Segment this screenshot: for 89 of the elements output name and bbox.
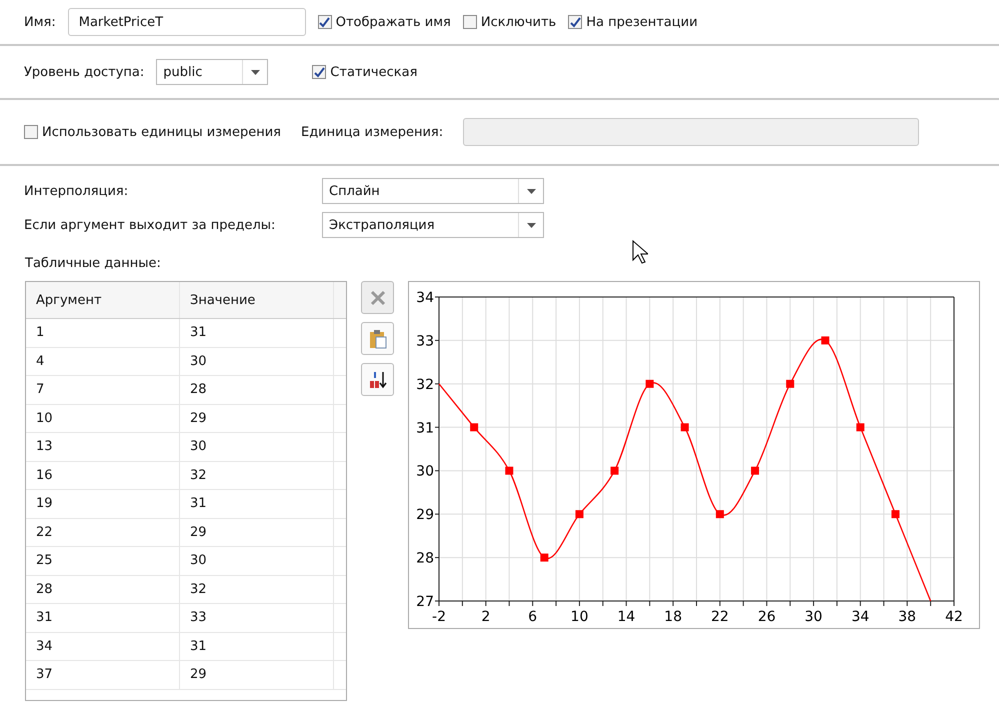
table-cell: 28 (26, 576, 180, 603)
data-point (891, 510, 900, 518)
data-point (540, 554, 548, 562)
checkbox[interactable]: Исключить (462, 14, 556, 30)
paste-button[interactable] (361, 322, 394, 355)
x-tick-label: 38 (898, 609, 916, 625)
data-point (716, 510, 724, 518)
y-tick-label: 30 (416, 464, 434, 480)
caret-icon (526, 222, 536, 228)
table-cell: 30 (180, 433, 334, 460)
table-cell: 32 (180, 576, 334, 603)
interpolation-dropdown[interactable]: Сплайн (322, 178, 544, 204)
mouse-cursor-icon (632, 240, 648, 264)
clipboard-icon (368, 328, 386, 348)
data-point (786, 380, 794, 388)
sort-button[interactable] (361, 363, 394, 396)
table-cell: 34 (26, 632, 180, 660)
data-point (646, 380, 654, 388)
table-cell: 29 (180, 404, 334, 432)
x-tick-label: 26 (758, 609, 776, 625)
table-cell: 32 (180, 462, 334, 489)
x-tick-label: 18 (664, 609, 682, 625)
y-tick-label: 31 (416, 420, 434, 436)
section-label: Табличные данные: (25, 256, 161, 271)
data-point (575, 510, 584, 518)
data-point (680, 423, 689, 432)
table-cell: 30 (180, 547, 334, 574)
table-cell: 19 (26, 490, 180, 518)
access-dropdown[interactable]: public (156, 59, 268, 85)
name-field[interactable]: MarketPriceT (68, 8, 306, 36)
table-cell: 4 (26, 348, 180, 375)
table-cell: 29 (180, 661, 334, 688)
x-tick-label: 2 (481, 609, 490, 625)
y-tick-label: 29 (416, 507, 434, 524)
column-header[interactable]: Значение (180, 282, 334, 318)
x-tick-label: -2 (432, 609, 446, 625)
checkbox[interactable]: На презентации (568, 14, 698, 30)
x-tick-label: 30 (804, 609, 822, 625)
x-tick-label: 14 (617, 609, 636, 625)
field-label: Единица измерения: (300, 124, 444, 140)
table-cell: 10 (26, 404, 180, 432)
data-point (505, 466, 514, 475)
x-tick-label: 34 (851, 609, 870, 625)
y-tick-label: 33 (416, 333, 434, 350)
y-tick-label: 28 (416, 550, 434, 567)
table-cell: 28 (180, 376, 334, 404)
checkmark-icon (570, 16, 581, 28)
data-point (821, 336, 830, 344)
checkbox[interactable]: Использовать единицы измерения (24, 124, 281, 140)
sort-icon (368, 370, 388, 390)
table-cell: 29 (180, 518, 334, 546)
table-cell: 1 (26, 319, 180, 346)
table-cell: 7 (26, 376, 180, 404)
data-point (856, 423, 864, 432)
caret-icon (250, 70, 260, 74)
table-cell: 30 (180, 348, 334, 375)
table-cell: 33 (180, 604, 334, 632)
checkmark-icon (319, 16, 330, 28)
field-label: Если аргумент выходит за пределы: (24, 218, 276, 232)
checkbox[interactable]: Статическая (312, 64, 418, 80)
x-tick-label: 6 (528, 609, 538, 625)
table-cell: 16 (26, 462, 180, 489)
x-tick-label: 10 (570, 609, 588, 625)
table-cell: 31 (180, 632, 334, 660)
column-header[interactable]: Аргумент (26, 282, 180, 318)
table-cell: 37 (26, 661, 180, 688)
field-label: Интерполяция: (24, 184, 130, 198)
data-point (610, 466, 619, 475)
y-tick-label: 27 (416, 594, 434, 610)
table-cell: 31 (180, 319, 334, 346)
table-cell: 31 (180, 490, 334, 518)
y-tick-label: 34 (416, 290, 434, 306)
cross-icon (370, 290, 386, 306)
data-point (470, 423, 478, 432)
table-cell: 25 (26, 547, 180, 574)
delete-button[interactable] (361, 281, 394, 314)
extrapolation-dropdown[interactable]: Экстраполяция (322, 212, 544, 238)
table-cell: 31 (26, 604, 180, 632)
field-label: Уровень доступа: (24, 64, 144, 80)
field-label: Имя: (24, 14, 56, 30)
table-cell: 13 (26, 433, 180, 460)
y-tick-label: 32 (416, 376, 434, 393)
checkmark-icon (314, 66, 325, 78)
data-point (751, 466, 760, 475)
table-cell: 22 (26, 518, 180, 546)
x-tick-label: 42 (945, 609, 963, 625)
checkbox[interactable]: Отображать имя (318, 14, 451, 30)
x-tick-label: 22 (711, 609, 729, 625)
caret-icon (526, 188, 536, 194)
